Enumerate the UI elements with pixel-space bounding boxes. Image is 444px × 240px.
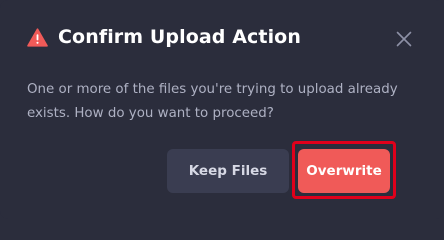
- keep-files-button[interactable]: Keep Files: [167, 149, 289, 193]
- dialog-title: Confirm Upload Action: [58, 26, 301, 48]
- close-icon: [396, 31, 412, 47]
- close-button[interactable]: [394, 29, 414, 49]
- confirm-upload-dialog: Confirm Upload Action One or more of the…: [0, 0, 444, 219]
- dialog-message: One or more of the files you're trying t…: [27, 82, 398, 121]
- dialog-header: Confirm Upload Action: [27, 26, 301, 48]
- overwrite-button[interactable]: Overwrite: [298, 149, 390, 193]
- warning-triangle-icon: [27, 27, 48, 47]
